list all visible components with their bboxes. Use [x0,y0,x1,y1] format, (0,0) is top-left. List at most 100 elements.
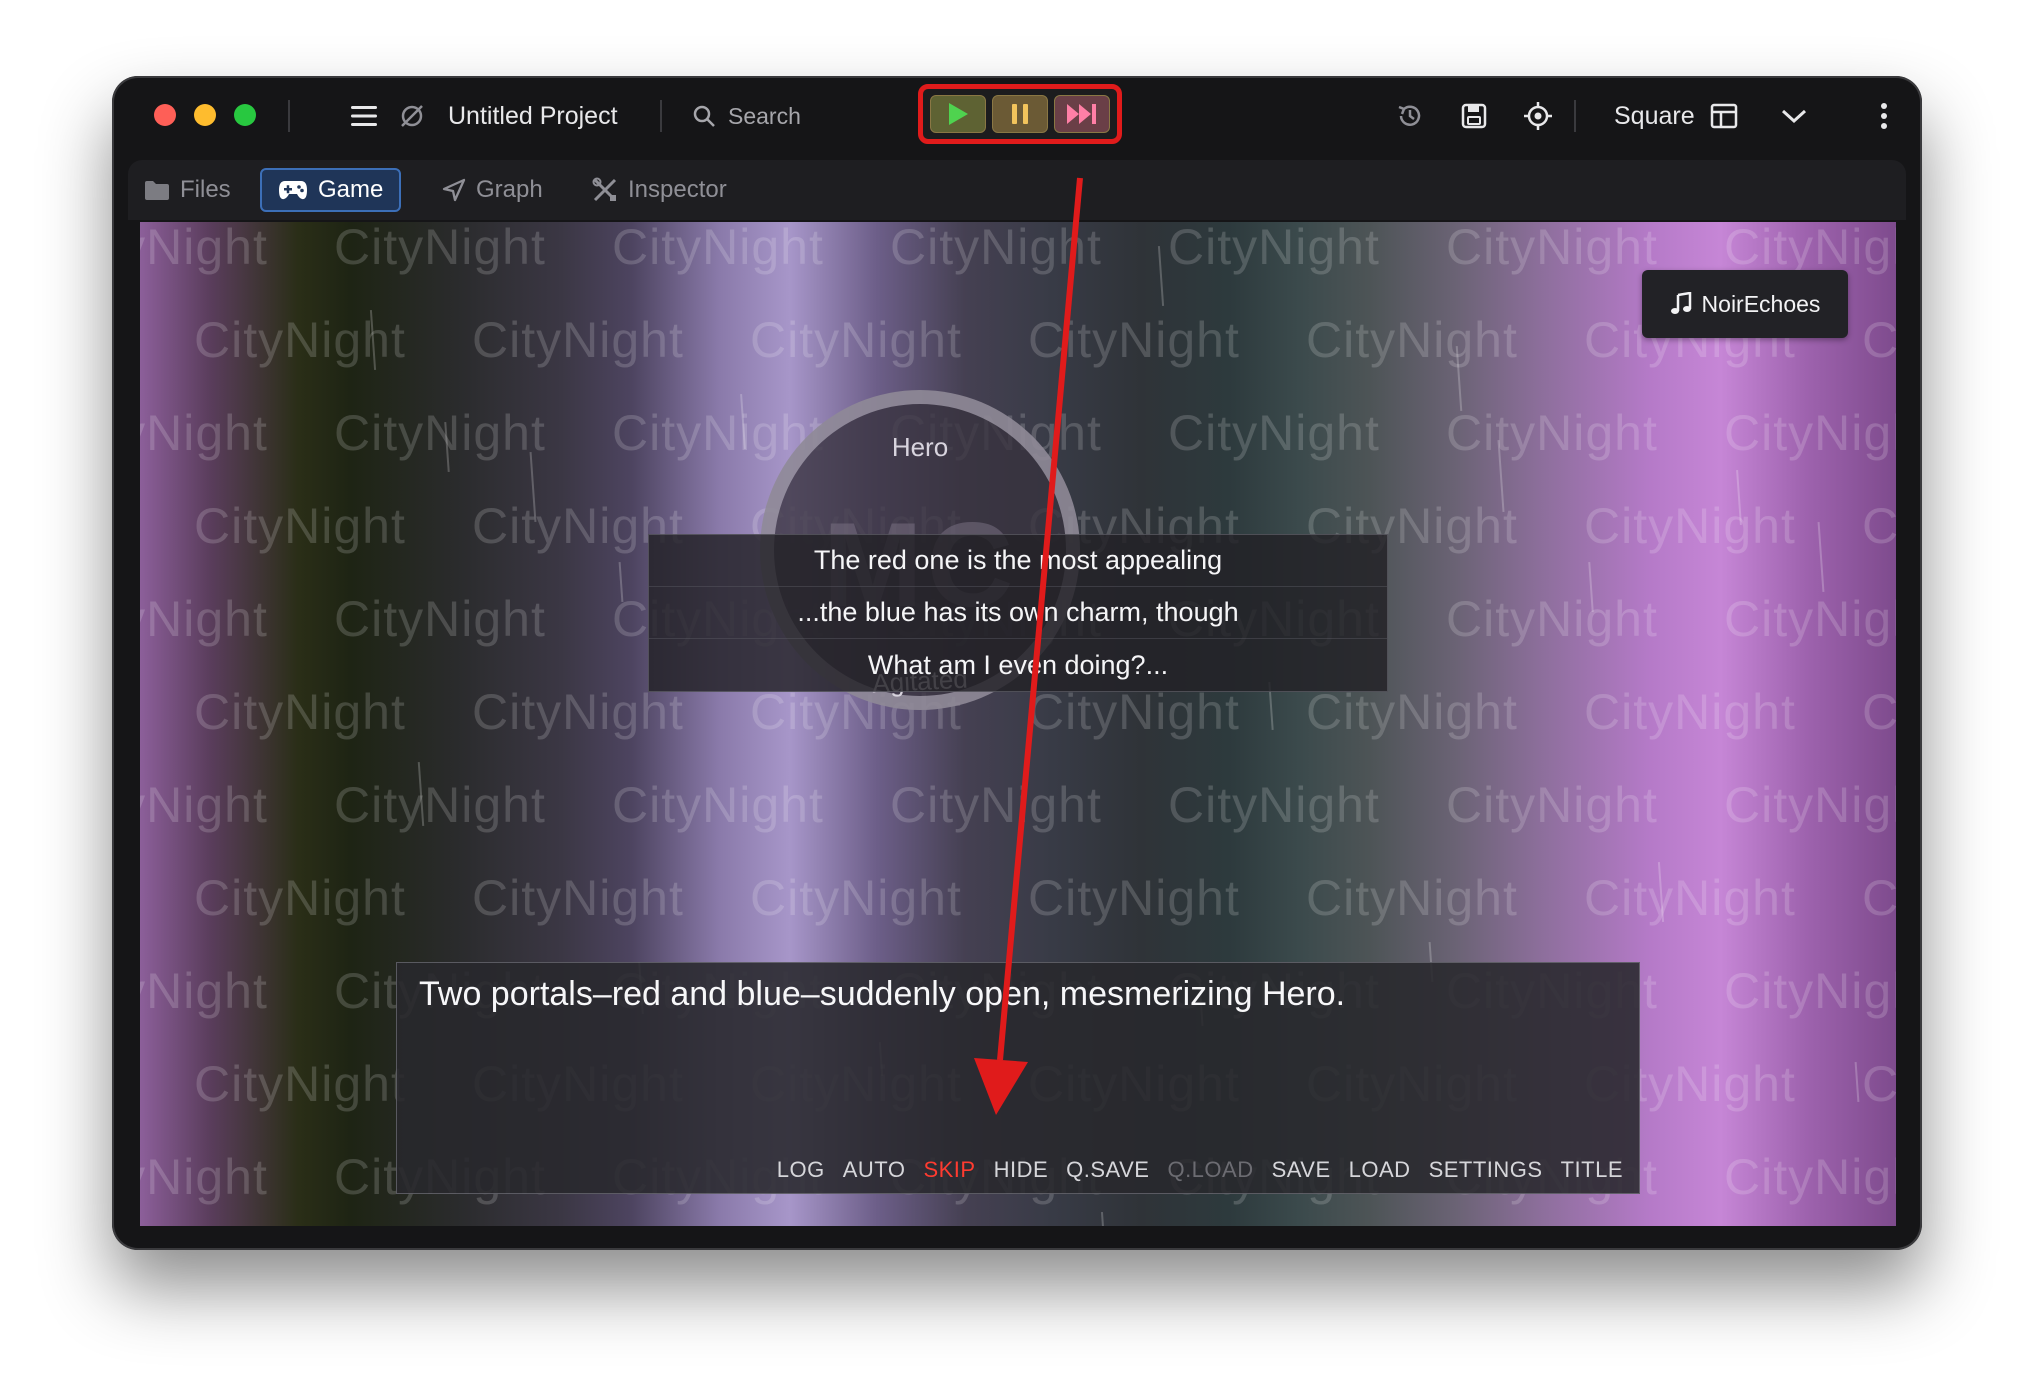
play-button[interactable] [930,95,986,133]
watermark-text: CityNight [194,498,406,554]
watermark-text: CityNight [140,777,268,833]
rain-streak [1455,346,1463,411]
watermark-text: CityNight [750,870,962,926]
save-button[interactable]: SAVE [1272,1157,1331,1183]
watermark-text: CityNight [1446,591,1658,647]
choice-option[interactable]: The red one is the most appealing [649,535,1387,587]
watermark-text: CityNight [334,777,546,833]
play-icon [949,103,968,125]
watermark-text: CityNight [1862,1056,1896,1112]
game-viewport[interactable]: CityNight CityNight CityNight CityNight City… [140,222,1896,1226]
tab-game[interactable]: Game [260,168,402,212]
target-icon[interactable] [1518,96,1558,136]
gamepad-icon [279,181,307,200]
hide-button[interactable]: HIDE [994,1157,1049,1183]
watermark-text: CityNight [1306,870,1518,926]
quick-save-button[interactable]: Q.SAVE [1066,1157,1149,1183]
rain-streak [1657,862,1665,922]
watermark-text: CityNight [612,777,824,833]
fast-forward-icon [1067,104,1096,124]
watermark-text: CityNight [334,591,546,647]
rain-streak [529,452,537,522]
watermark-text: CityNight [1584,498,1796,554]
watermark-text: CityNight [1724,777,1896,833]
load-button[interactable]: LOAD [1349,1157,1411,1183]
layout-selector-label[interactable]: Square [1614,100,1695,132]
graph-icon [442,178,466,202]
hide-eye-slash-icon[interactable] [392,96,432,136]
quick-load-button: Q.LOAD [1167,1157,1254,1182]
choice-option[interactable]: What am I even doing?... [649,639,1387,691]
title-button[interactable]: TITLE [1561,1157,1623,1183]
dialog-box[interactable]: Two portals–red and blue–suddenly open, … [396,962,1640,1194]
watermark-text: CityNight [1168,222,1380,275]
more-vertical-icon[interactable] [1864,96,1904,136]
watermark-text: CityNight [194,870,406,926]
watermark-text: CityNight [472,312,684,368]
skip-button[interactable]: SKIP [923,1157,975,1183]
watermark-text: CityNight [1584,870,1796,926]
tab-graph[interactable]: Graph [426,168,559,212]
rain-streak [1588,561,1594,613]
rain-streak [1854,1061,1860,1103]
settings-button[interactable]: SETTINGS [1429,1157,1543,1183]
auto-button[interactable]: AUTO [843,1157,906,1183]
history-icon[interactable] [1390,96,1430,136]
tab-files[interactable]: Files [128,168,247,212]
music-note-icon [1670,292,1691,314]
rain-streak [369,310,377,370]
close-window-button[interactable] [154,104,176,126]
watermark-text: CityNight [140,591,268,647]
tab-game-label: Game [318,176,384,203]
save-icon[interactable] [1454,96,1494,136]
watermark-text: CityNight [334,222,546,275]
watermark-text: CityNight [1724,591,1896,647]
watermark-text: CityNight [140,963,268,1019]
music-badge: NoirEchoes [1642,270,1848,338]
watermark-text: CityNight [472,870,684,926]
rain-streak [618,561,624,603]
minimize-window-button[interactable] [194,104,216,126]
log-button[interactable]: LOG [777,1157,825,1183]
folder-icon [145,181,169,200]
tab-files-label: Files [180,176,231,203]
watermark-text: CityNight [1724,963,1896,1019]
watermark-text: CityNight [1862,312,1896,368]
watermark-text: CityNight [1306,312,1518,368]
project-title[interactable]: Untitled Project [448,100,618,132]
watermark-text: CityNight [1446,777,1658,833]
character-name: Hero [891,432,949,462]
divider [660,100,662,132]
fast-forward-button[interactable] [1054,95,1110,133]
watermark-text: CityNight [1446,222,1658,275]
music-track-name: NoirEchoes [1701,290,1821,317]
watermark-text: CityNight [140,222,268,275]
watermark-text: CityNight [1862,498,1896,554]
rain-streak [1157,246,1165,306]
watermark-text: CityNight [194,1056,406,1112]
watermark-text: CityNight [612,222,824,275]
watermark-text: CityNight [1168,777,1380,833]
watermark-text: CityNight [1724,1149,1896,1205]
choice-option[interactable]: ...the blue has its own charm, though [649,587,1387,639]
watermark-text: CityNight [1862,684,1896,740]
divider [1574,100,1576,132]
zoom-window-button[interactable] [234,104,256,126]
menu-icon[interactable] [344,96,384,136]
chevron-down-icon[interactable] [1774,96,1814,136]
watermark-text: CityNight [140,405,268,461]
watermark-text: CityNight [1028,870,1240,926]
watermark-text: CityNight [194,684,406,740]
watermark-text: CityNight [1168,405,1380,461]
watermark-text: CityNight [890,222,1102,275]
rain-streak [1817,522,1825,592]
layout-icon[interactable] [1704,96,1744,136]
watermark-text: CityNight [1028,312,1240,368]
rain-streak [1736,469,1742,526]
pause-button[interactable] [992,95,1048,133]
tab-inspector[interactable]: Inspector [576,168,743,212]
search-field[interactable]: Search [692,96,801,136]
watermark-text: CityNight [140,1149,268,1205]
rain-streak [740,393,746,450]
watermark-text: CityNight [890,777,1102,833]
